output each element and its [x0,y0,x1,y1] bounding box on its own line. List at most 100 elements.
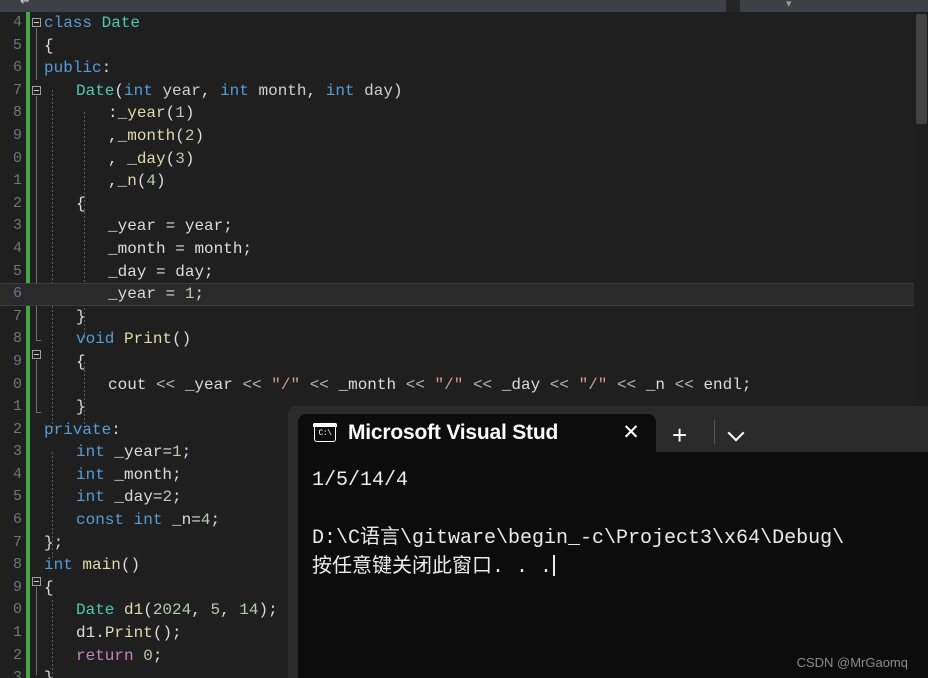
console-titlebar[interactable]: C:\ Microsoft Visual Stud ✕ + [288,406,928,452]
screenshot-root: ↵ ▾ 4 class Date 5{6 public: 7 Date(int … [0,0,928,678]
code-line[interactable]: 0 cout << _year << "/" << _month << "/" <… [0,374,928,397]
titlebar-separator [714,420,715,444]
console-output-line: 1/5/14/4 [312,469,409,492]
console-tab-title: Microsoft Visual Stud [348,421,559,444]
code-line-text: ,_month(2) [108,126,205,145]
code-line-text: :_year(1) [108,104,195,123]
line-number: 5 [12,36,22,54]
code-line-text: { [76,352,86,371]
cmd-prompt-icon-glyph: C:\ [318,429,332,438]
code-line-text: void Print() [76,330,192,349]
code-line-text: class Date [44,14,141,32]
code-line[interactable]: 9 ,_month(2) [0,125,928,148]
code-line-text: Date(int year, int month, int day) [76,81,403,100]
code-line-text: } [76,307,86,326]
line-number: 1 [12,398,22,416]
line-number: 0 [12,375,22,393]
code-line-text: } [76,398,86,417]
code-line-text: { [44,578,54,597]
code-line-text: { [76,194,86,213]
line-number: 1 [12,172,22,190]
console-window[interactable]: C:\ Microsoft Visual Stud ✕ + 1/5/14/4 D:… [288,406,928,678]
code-line[interactable]: 7 Date(int year, int month, int day) [0,80,928,103]
line-number: 5 [12,488,22,506]
line-number: 6 [12,59,22,77]
line-number: 7 [12,533,22,551]
line-number: 8 [12,104,22,122]
line-number: 5 [12,262,22,280]
line-number: 0 [12,149,22,167]
line-number: 9 [12,578,22,596]
code-line-text: int main() [44,556,141,575]
line-number: 2 [12,420,22,438]
code-line-text: int _day=2; [76,488,182,507]
code-line-text: int _month; [76,465,182,484]
line-number: 6 [12,285,22,303]
console-output-line: 按任意键关闭此窗口. . . [312,553,928,582]
cmd-prompt-icon: C:\ [313,423,337,442]
line-number: 8 [12,330,22,348]
code-line[interactable]: 5 _day = day; [0,261,928,284]
close-icon[interactable]: ✕ [620,422,642,444]
code-line-text: ,_n(4) [108,172,166,191]
code-line-text: { [44,36,54,55]
line-number: 2 [12,646,22,664]
code-line-text: private: [44,420,121,439]
code-line-text: _year = 1; [108,285,205,304]
console-caret [553,555,556,576]
code-line[interactable]: 5{ [0,35,928,58]
line-number: 9 [12,352,22,370]
code-line[interactable]: 3 _year = year; [0,215,928,238]
line-number: 7 [12,81,22,99]
line-number: 3 [12,669,22,678]
console-tab[interactable]: C:\ Microsoft Visual Stud ✕ [298,414,656,452]
line-number: 2 [12,194,22,212]
scrollbar-thumb[interactable] [916,14,927,124]
code-line-text: cout << _year << "/" << _month << "/" <<… [108,375,752,394]
line-number: 6 [12,511,22,529]
line-number: 1 [12,624,22,642]
line-number: 4 [12,239,22,257]
window-top-strip: ↵ ▾ [0,0,928,12]
code-line-text: , _day(3) [108,149,195,168]
code-line-text: const int _n=4; [76,511,221,530]
top-strip-glyph-icon: ↵ [20,0,31,8]
code-line-text: return 0; [76,646,163,665]
code-line-text: _year = year; [108,217,233,236]
line-number: 3 [12,217,22,235]
line-number: 7 [12,307,22,325]
code-line[interactable]: 8 void Print() [0,328,928,351]
code-line-text: int _year=1; [76,443,192,462]
code-line[interactable]: 0 , _day(3) [0,148,928,171]
code-line[interactable]: 8 :_year(1) [0,102,928,125]
code-line-text: Date d1(2024, 5, 14); [76,601,278,620]
line-number: 3 [12,443,22,461]
code-line[interactable]: 6 public: [0,57,928,80]
chevron-down-icon[interactable] [726,423,748,445]
code-line-text: public: [44,59,112,78]
code-line-text: }; [44,533,64,552]
code-line[interactable]: 4 _month = month; [0,238,928,261]
top-strip-gap [726,0,740,12]
code-line[interactable]: 1 ,_n(4) [0,170,928,193]
line-number: 8 [12,556,22,574]
console-output[interactable]: 1/5/14/4 D:\C语言\gitware\begin_-c\Project3… [298,452,928,678]
line-number: 9 [12,126,22,144]
code-line-text: d1.Print(); [76,624,182,643]
console-output-line: D:\C语言\gitware\begin_-c\Project3\x64\Deb… [312,527,845,550]
code-line[interactable]: 4 class Date [0,12,928,35]
line-number: 0 [12,601,22,619]
line-number: 4 [12,465,22,483]
new-tab-button[interactable]: + [672,422,687,448]
code-line[interactable]: 2{ [0,193,928,216]
code-line-text: _month = month; [108,239,253,258]
code-line[interactable]: 7} [0,306,928,329]
code-line[interactable]: 6 _year = 1; [0,283,928,306]
top-strip-right-segment [740,0,928,12]
top-strip-left-segment [0,0,726,12]
code-line-text: _day = day; [108,262,214,281]
line-number: 4 [12,14,22,31]
watermark: CSDN @MrGaomq [796,655,908,670]
code-line[interactable]: 9{ [0,351,928,374]
